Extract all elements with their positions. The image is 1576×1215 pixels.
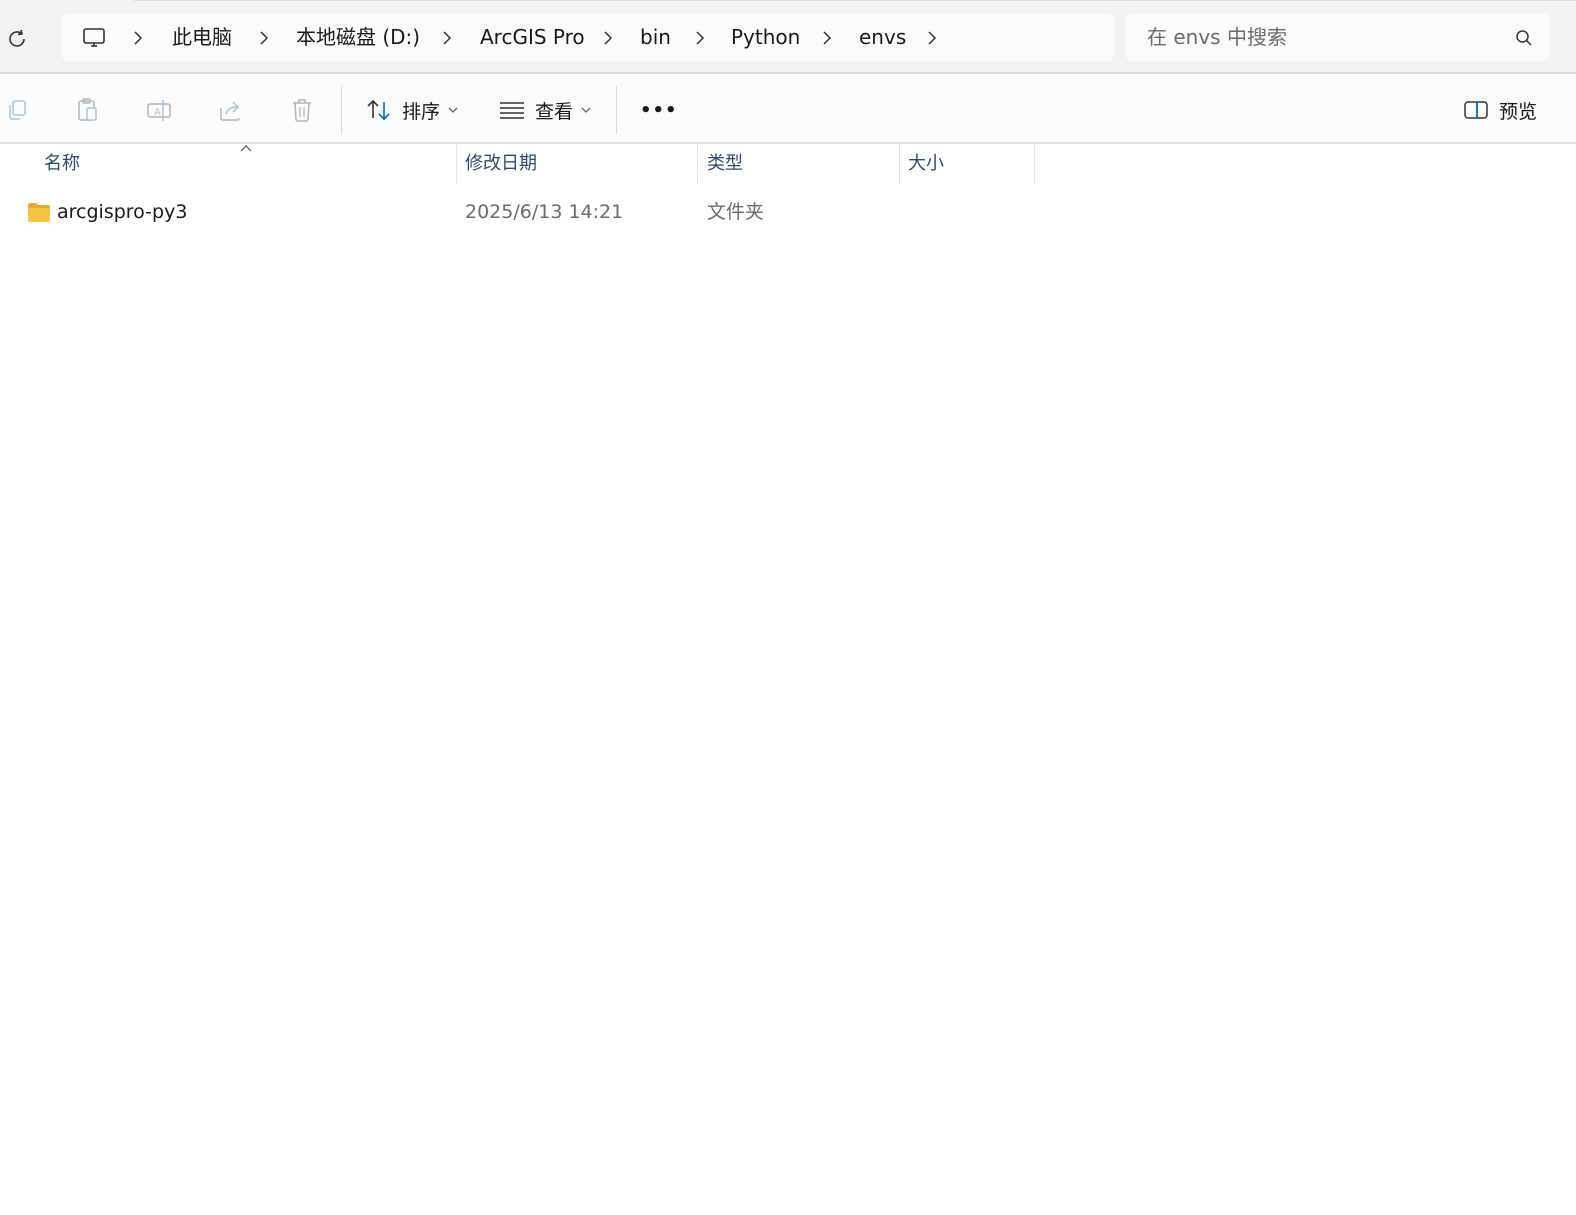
delete-button[interactable] xyxy=(288,96,316,124)
preview-pane-icon xyxy=(1464,101,1488,119)
file-type: 文件夹 xyxy=(707,201,765,223)
column-divider[interactable] xyxy=(697,144,698,184)
column-divider[interactable] xyxy=(899,144,900,184)
column-header-row: 名称 修改日期 类型 大小 xyxy=(0,144,1576,184)
view-label: 查看 xyxy=(535,100,574,123)
copy-icon xyxy=(9,100,26,120)
breadcrumb-python[interactable]: Python xyxy=(731,14,800,61)
copy-button[interactable] xyxy=(3,96,31,124)
refresh-icon xyxy=(9,29,25,47)
chevron-down-icon xyxy=(581,106,591,114)
search-icon[interactable] xyxy=(1514,28,1534,48)
chevron-right-icon[interactable] xyxy=(692,28,708,48)
sort-icon xyxy=(367,99,390,121)
rename-button[interactable]: A xyxy=(145,96,173,124)
column-header-type[interactable]: 类型 xyxy=(707,144,743,184)
chevron-right-icon[interactable] xyxy=(256,28,272,48)
sort-button[interactable]: 排序 xyxy=(366,90,458,130)
more-options-button[interactable]: ••• xyxy=(640,90,678,130)
paste-icon xyxy=(78,98,97,121)
file-name[interactable]: arcgispro-py3 xyxy=(57,192,187,232)
breadcrumb-envs[interactable]: envs xyxy=(859,14,906,61)
svg-text:A: A xyxy=(154,107,161,118)
more-icon: ••• xyxy=(640,99,678,121)
toolbar-divider xyxy=(616,86,617,134)
sort-label: 排序 xyxy=(402,100,441,123)
breadcrumb-this-pc[interactable]: 此电脑 xyxy=(172,14,232,61)
column-header-size[interactable]: 大小 xyxy=(908,144,944,184)
top-divider xyxy=(134,0,1576,1)
chevron-right-icon[interactable] xyxy=(924,28,940,48)
folder-icon xyxy=(28,203,50,222)
file-row[interactable]: arcgispro-py3 2025/6/13 14:21 文件夹 xyxy=(0,192,1576,232)
paste-button[interactable] xyxy=(74,96,102,124)
share-icon xyxy=(220,101,240,121)
file-modified: 2025/6/13 14:21 xyxy=(465,201,624,223)
chevron-right-icon[interactable] xyxy=(439,28,455,48)
share-button[interactable] xyxy=(217,96,245,124)
search-input[interactable]: 在 envs 中搜索 xyxy=(1126,14,1550,61)
chevron-right-icon[interactable] xyxy=(130,28,146,48)
column-header-name[interactable]: 名称 xyxy=(44,144,80,184)
delete-icon xyxy=(293,99,311,122)
column-divider[interactable] xyxy=(456,144,457,184)
command-bar: A 排序 查看 ••• 预览 xyxy=(0,74,1576,144)
breadcrumb-local-disk[interactable]: 本地磁盘 (D:) xyxy=(296,14,420,61)
view-button[interactable]: 查看 xyxy=(499,90,591,130)
column-header-modified[interactable]: 修改日期 xyxy=(465,144,537,184)
chevron-right-icon[interactable] xyxy=(819,28,835,48)
address-bar-row: 此电脑 本地磁盘 (D:) ArcGIS Pro bin Python envs… xyxy=(0,0,1576,74)
search-placeholder: 在 envs 中搜索 xyxy=(1147,25,1287,49)
breadcrumb-bin[interactable]: bin xyxy=(640,14,671,61)
preview-label: 预览 xyxy=(1499,100,1538,123)
chevron-down-icon xyxy=(448,106,458,114)
refresh-button[interactable] xyxy=(4,26,30,52)
preview-pane-button[interactable]: 预览 xyxy=(1463,90,1537,130)
computer-icon[interactable] xyxy=(80,24,108,52)
rename-icon: A xyxy=(147,100,171,121)
chevron-right-icon[interactable] xyxy=(600,28,616,48)
breadcrumb-arcgis-pro[interactable]: ArcGIS Pro xyxy=(480,14,585,61)
breadcrumb[interactable]: 此电脑 本地磁盘 (D:) ArcGIS Pro bin Python envs xyxy=(62,14,1114,61)
toolbar-divider xyxy=(341,86,342,134)
view-list-icon xyxy=(500,102,524,119)
column-divider[interactable] xyxy=(1034,144,1035,184)
